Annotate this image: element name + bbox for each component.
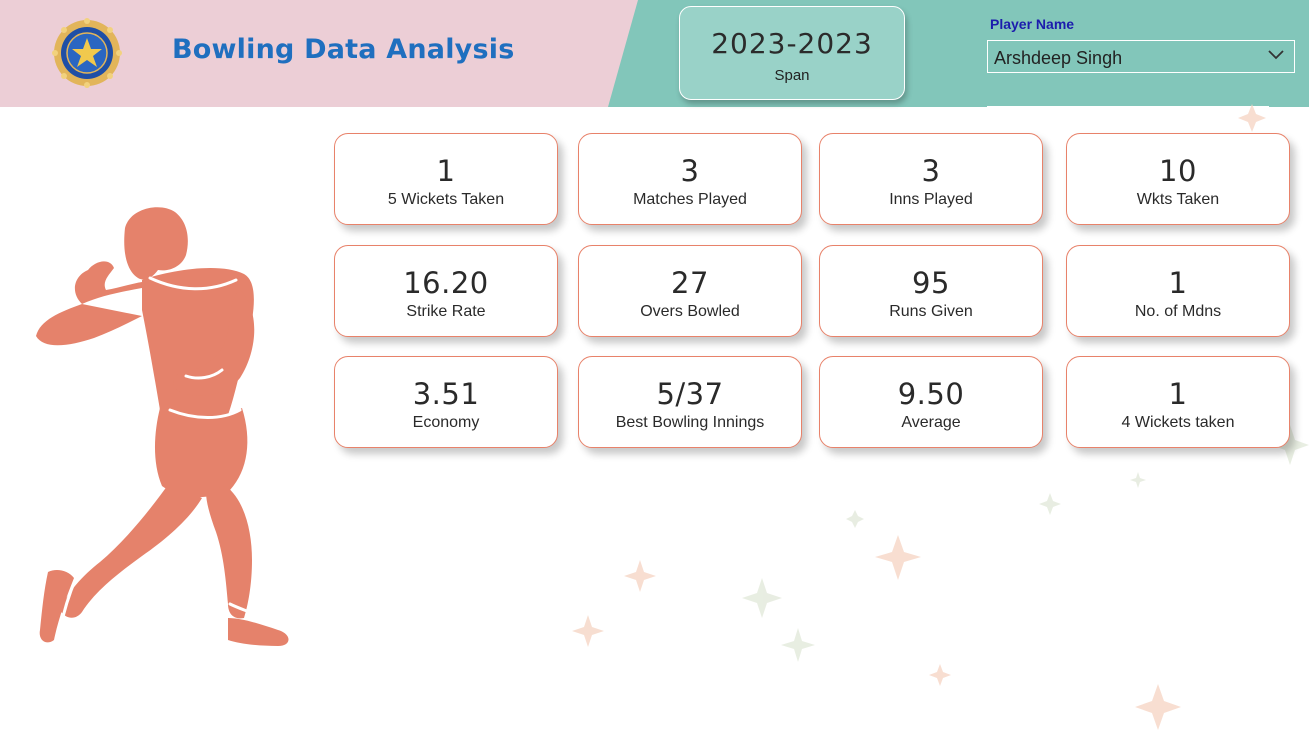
kpi-value: 95 <box>912 266 950 300</box>
kpi-label: 4 Wickets taken <box>1121 414 1235 431</box>
kpi-card-maidens: 1 No. of Mdns <box>1066 245 1290 337</box>
kpi-label: Economy <box>412 414 480 431</box>
kpi-label: Runs Given <box>889 303 973 320</box>
kpi-card-runs-given: 95 Runs Given <box>819 245 1043 337</box>
bowler-illustration <box>36 207 289 646</box>
kpi-label: Inns Played <box>889 191 973 208</box>
kpi-value: 27 <box>671 266 709 300</box>
kpi-value: 1 <box>436 154 456 188</box>
kpi-label: Best Bowling Innings <box>615 414 765 431</box>
kpi-label: No. of Mdns <box>1134 303 1222 320</box>
kpi-label: Matches Played <box>633 191 747 208</box>
kpi-value: 1 <box>1168 266 1188 300</box>
kpi-card-wkts-taken: 10 Wkts Taken <box>1066 133 1290 225</box>
kpi-value: 10 <box>1159 154 1197 188</box>
kpi-card-5-wickets: 1 5 Wickets Taken <box>334 133 558 225</box>
kpi-card-4-wickets: 1 4 Wickets taken <box>1066 356 1290 448</box>
kpi-label: Wkts Taken <box>1136 191 1220 208</box>
kpi-value: 3 <box>680 154 700 188</box>
kpi-card-matches-played: 3 Matches Played <box>578 133 802 225</box>
kpi-value: 3 <box>921 154 941 188</box>
kpi-label: 5 Wickets Taken <box>387 191 505 208</box>
kpi-label: Strike Rate <box>406 303 486 320</box>
kpi-value: 5/37 <box>656 377 724 411</box>
kpi-card-overs-bowled: 27 Overs Bowled <box>578 245 802 337</box>
kpi-card-inns-played: 3 Inns Played <box>819 133 1043 225</box>
kpi-value: 3.51 <box>412 377 480 411</box>
kpi-label: Overs Bowled <box>640 303 740 320</box>
kpi-value: 1 <box>1168 377 1188 411</box>
kpi-card-strike-rate: 16.20 Strike Rate <box>334 245 558 337</box>
kpi-value: 16.20 <box>403 266 489 300</box>
kpi-card-best-bowling: 5/37 Best Bowling Innings <box>578 356 802 448</box>
kpi-value: 9.50 <box>897 377 965 411</box>
kpi-card-economy: 3.51 Economy <box>334 356 558 448</box>
kpi-card-average: 9.50 Average <box>819 356 1043 448</box>
kpi-label: Average <box>901 414 961 431</box>
